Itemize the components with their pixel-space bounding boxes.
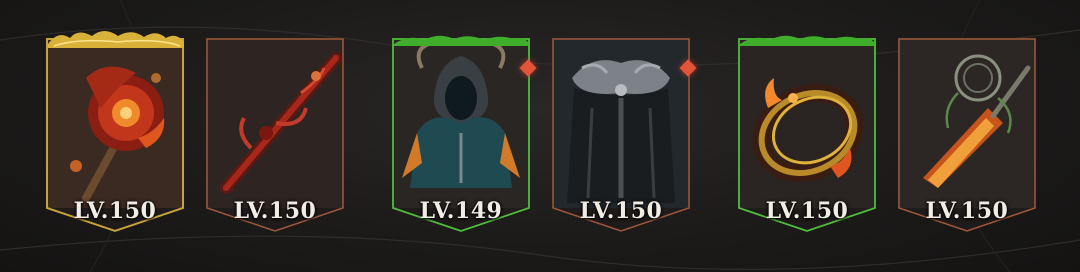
equipment-slot-cloak[interactable]: LV.150 <box>552 38 690 232</box>
item-level-label: LV.150 <box>233 198 317 224</box>
equipment-slot-helm[interactable]: LV.149 <box>392 38 530 232</box>
equipment-slot-weapon[interactable]: LV.150 <box>46 38 184 232</box>
item-level-label: LV.150 <box>765 198 849 224</box>
item-level-label: LV.150 <box>925 198 1009 224</box>
hooded-mantle-icon <box>392 38 530 208</box>
item-level-label: LV.150 <box>579 198 663 224</box>
crimson-rifle-icon <box>206 38 344 208</box>
fur-cloak-icon <box>552 38 690 208</box>
equipment-slot-dagger[interactable]: LV.150 <box>898 38 1036 232</box>
vine-dagger-icon <box>898 38 1036 208</box>
ember-ring-icon <box>738 38 876 208</box>
flame-axe-icon <box>46 38 184 208</box>
item-level-label: LV.149 <box>419 198 503 224</box>
equipment-slot-ring[interactable]: LV.150 <box>738 38 876 232</box>
item-level-label: LV.150 <box>73 198 157 224</box>
equipment-slot-offhand[interactable]: LV.150 <box>206 38 344 232</box>
